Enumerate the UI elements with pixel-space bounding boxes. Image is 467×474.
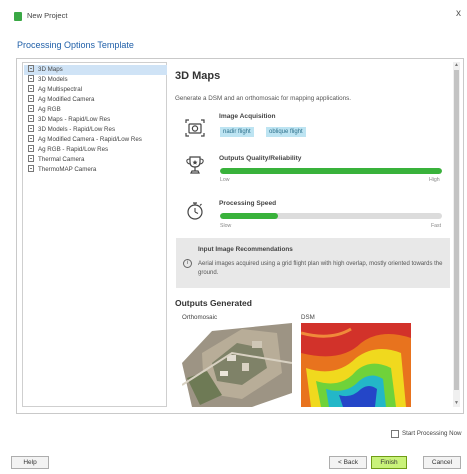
template-icon: [28, 165, 34, 172]
quality-low-label: Low: [220, 177, 230, 183]
template-icon: [28, 65, 34, 72]
info-icon: i: [183, 259, 192, 268]
outputs-title: Outputs Generated: [175, 298, 252, 308]
template-icon: [28, 75, 34, 82]
template-item-3d-maps[interactable]: 3D Maps: [24, 65, 167, 75]
speed-fast-label: Fast: [431, 223, 442, 229]
template-label: Ag RGB - Rapid/Low Res: [38, 146, 109, 153]
quality-label: Outputs Quality/Reliability: [219, 155, 302, 162]
scroll-up-icon[interactable]: ▲: [453, 62, 460, 69]
speed-slow-label: Slow: [220, 223, 232, 229]
scroll-down-icon[interactable]: ▼: [453, 400, 460, 407]
speed-label: Processing Speed: [219, 200, 277, 207]
page-title: Processing Options Template: [17, 40, 134, 50]
acquisition-label: Image Acquisition: [219, 113, 276, 120]
template-item-ag-rgb-rapid[interactable]: Ag RGB - Rapid/Low Res: [24, 145, 167, 155]
details-scrollbar[interactable]: ▲ ▼: [453, 62, 460, 407]
template-item-thermomap-camera[interactable]: ThermoMAP Camera: [24, 165, 167, 175]
quality-high-label: High: [429, 177, 440, 183]
chip-oblique-flight: oblique flight: [266, 127, 306, 137]
template-icon: [28, 145, 34, 152]
stopwatch-icon: [187, 202, 203, 220]
title-bar: New Project x: [0, 0, 467, 28]
template-label: Ag Modified Camera: [38, 96, 95, 103]
template-icon: [28, 105, 34, 112]
template-item-ag-modified-camera[interactable]: Ag Modified Camera: [24, 95, 167, 105]
close-icon[interactable]: x: [456, 8, 461, 19]
help-button[interactable]: Help: [11, 456, 49, 469]
template-label: Ag Modified Camera - Rapid/Low Res: [38, 136, 142, 143]
template-item-3d-maps-rapid[interactable]: 3D Maps - Rapid/Low Res: [24, 115, 167, 125]
cancel-button[interactable]: Cancel: [423, 456, 461, 469]
template-icon: [28, 155, 34, 162]
template-label: 3D Maps: [38, 66, 63, 73]
output-label-orthomosaic: Orthomosaic: [182, 314, 218, 321]
template-label: 3D Models - Rapid/Low Res: [38, 126, 116, 133]
quality-bar: [220, 168, 442, 174]
speed-bar-fill: [220, 213, 278, 219]
template-label: ThermoMAP Camera: [38, 166, 97, 173]
template-label: 3D Maps - Rapid/Low Res: [38, 116, 111, 123]
template-item-ag-multispectral[interactable]: Ag Multispectral: [24, 85, 167, 95]
start-processing-checkbox[interactable]: [391, 430, 399, 438]
template-item-3d-models[interactable]: 3D Models: [24, 75, 167, 85]
start-processing-label: Start Processing Now: [402, 430, 462, 437]
template-item-thermal-camera[interactable]: Thermal Camera: [24, 155, 167, 165]
template-details: 3D Maps Generate a DSM and an orthomosai…: [170, 62, 454, 407]
back-button[interactable]: < Back: [329, 456, 367, 469]
trophy-icon: [186, 156, 204, 174]
template-item-ag-modified-camera-rapid[interactable]: Ag Modified Camera - Rapid/Low Res: [24, 135, 167, 145]
template-label: 3D Models: [38, 76, 68, 83]
template-label: Ag RGB: [38, 106, 61, 113]
recommendations-box: i Input Image Recommendations Aerial ima…: [176, 238, 450, 288]
app-icon: [14, 12, 22, 21]
output-label-dsm: DSM: [301, 314, 315, 321]
template-icon: [28, 85, 34, 92]
details-description: Generate a DSM and an orthomosaic for ma…: [175, 95, 352, 102]
quality-bar-fill: [220, 168, 442, 174]
template-icon: [28, 135, 34, 142]
camera-icon: [185, 119, 205, 137]
finish-button[interactable]: Finish: [371, 456, 407, 469]
template-item-ag-rgb[interactable]: Ag RGB: [24, 105, 167, 115]
template-label: Ag Multispectral: [38, 86, 83, 93]
scroll-thumb[interactable]: [454, 70, 459, 390]
recommendations-text: Aerial images acquired using a grid flig…: [198, 261, 443, 276]
template-icon: [28, 125, 34, 132]
template-item-3d-models-rapid[interactable]: 3D Models - Rapid/Low Res: [24, 125, 167, 135]
chip-nadir-flight: nadir flight: [220, 127, 254, 137]
speed-bar: [220, 213, 442, 219]
window-title: New Project: [27, 11, 68, 20]
template-label: Thermal Camera: [38, 156, 85, 163]
template-icon: [28, 95, 34, 102]
recommendations-title: Input Image Recommendations: [198, 246, 293, 253]
orthomosaic-thumbnail: [182, 323, 292, 407]
dsm-thumbnail: [301, 323, 411, 407]
details-title: 3D Maps: [175, 70, 221, 82]
template-list[interactable]: 3D Maps 3D Models Ag Multispectral Ag Mo…: [22, 62, 167, 407]
template-icon: [28, 115, 34, 122]
